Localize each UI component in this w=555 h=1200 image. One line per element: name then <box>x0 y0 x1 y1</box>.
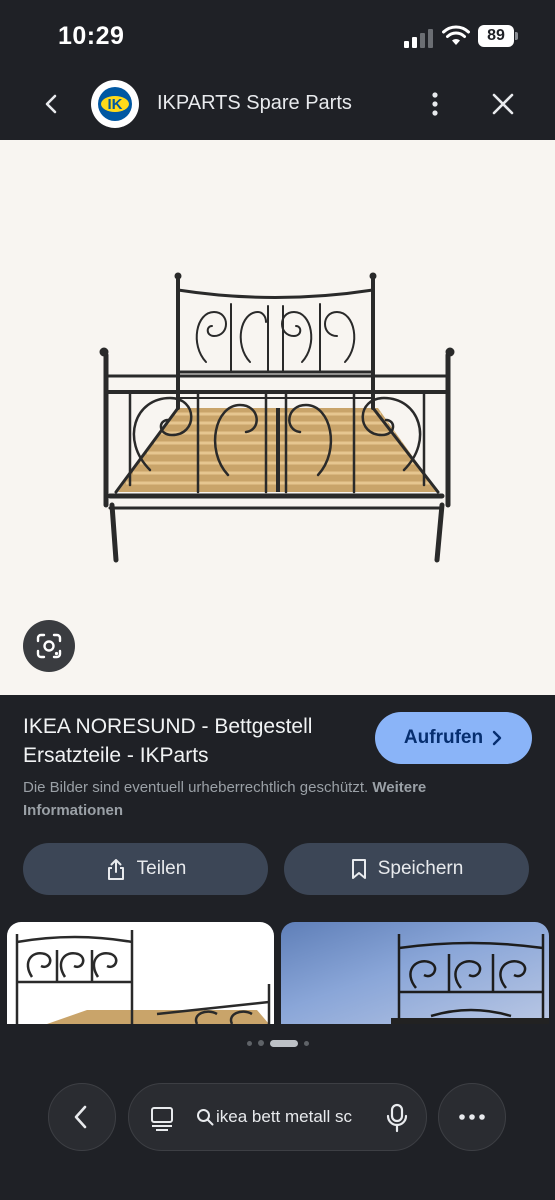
signal-icon <box>404 29 433 48</box>
wifi-icon <box>442 25 470 45</box>
product-image[interactable] <box>0 140 555 695</box>
battery-indicator: 89 <box>478 25 514 47</box>
chevron-left-icon <box>74 1105 87 1129</box>
related-image-2[interactable] <box>281 922 549 1024</box>
save-button[interactable]: Speichern <box>284 843 529 895</box>
logo-text: IK <box>107 95 123 113</box>
nav-more-button[interactable] <box>438 1083 506 1151</box>
bookmark-icon <box>351 859 366 879</box>
search-icon <box>197 1109 214 1126</box>
page-dot-active <box>269 1039 298 1047</box>
related-bed-photo <box>391 934 549 1024</box>
back-icon[interactable] <box>38 90 66 118</box>
bottom-toolbar: ikea bett metall sc <box>0 1024 555 1200</box>
more-horiz-icon <box>459 1114 485 1120</box>
visit-button[interactable]: Aufrufen <box>375 712 532 764</box>
product-title[interactable]: IKEA NORESUND - Bettgestell Ersatzteile … <box>23 712 363 770</box>
close-icon[interactable] <box>489 90 517 118</box>
chevron-right-icon <box>492 730 502 746</box>
tabs-icon[interactable] <box>149 1105 175 1131</box>
lens-icon <box>36 633 62 659</box>
save-label: Speichern <box>377 858 464 879</box>
share-icon <box>107 859 124 880</box>
related-image-1[interactable] <box>7 922 274 1024</box>
copyright-text: Die Bilder sind eventuell urheberrechtli… <box>23 779 369 796</box>
page-dot <box>257 1040 264 1046</box>
status-bar: 10:29 89 <box>0 0 555 70</box>
search-query[interactable]: ikea bett metall sc <box>216 1107 368 1127</box>
share-button[interactable]: Teilen <box>23 843 268 895</box>
lens-button[interactable] <box>23 620 75 672</box>
status-time: 10:29 <box>58 22 125 50</box>
battery-cap <box>515 32 518 40</box>
copyright-notice: Die Bilder sind eventuell urheberrechtli… <box>23 776 523 822</box>
mic-icon[interactable] <box>385 1103 409 1133</box>
site-title: IKPARTS Spare Parts <box>157 92 352 114</box>
site-logo: IK <box>91 80 139 128</box>
more-vert-icon[interactable] <box>422 90 448 118</box>
page-dot <box>246 1040 252 1046</box>
bed-frame-illustration <box>99 272 455 563</box>
nav-back-button[interactable] <box>48 1083 116 1151</box>
search-bar[interactable]: ikea bett metall sc <box>128 1083 427 1151</box>
page-indicator <box>0 1038 555 1048</box>
share-label: Teilen <box>136 858 187 879</box>
related-bed-image <box>15 930 271 1024</box>
header-bar: IK IKPARTS Spare Parts <box>0 70 555 140</box>
logo-badge: IK <box>98 87 132 121</box>
visit-button-label: Aufrufen <box>403 727 484 748</box>
page-dot <box>303 1040 309 1046</box>
